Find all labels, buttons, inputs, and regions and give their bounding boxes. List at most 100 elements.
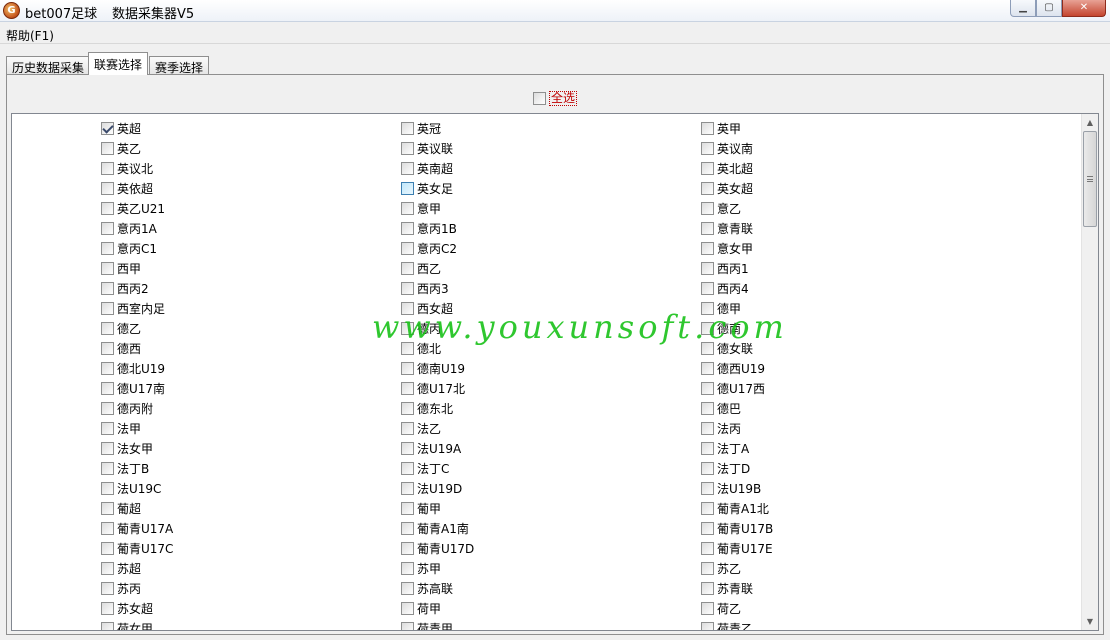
league-option[interactable]: 德U17南 — [101, 378, 165, 398]
league-option[interactable]: 西丙2 — [101, 278, 149, 298]
league-option[interactable]: 英甲 — [701, 118, 741, 138]
league-checkbox[interactable] — [101, 521, 114, 535]
league-checkbox[interactable] — [401, 261, 414, 275]
league-option[interactable]: 英议联 — [401, 138, 453, 158]
league-checkbox[interactable] — [101, 401, 114, 415]
league-checkbox[interactable] — [401, 421, 414, 435]
league-option[interactable]: 德甲 — [701, 298, 741, 318]
league-checkbox[interactable] — [101, 481, 114, 495]
league-option[interactable]: 荷乙 — [701, 598, 741, 618]
league-checkbox[interactable] — [101, 461, 114, 475]
league-option[interactable]: 德丙附 — [101, 398, 153, 418]
league-checkbox[interactable] — [701, 481, 714, 495]
league-checkbox[interactable] — [701, 441, 714, 455]
league-checkbox[interactable] — [701, 261, 714, 275]
league-option[interactable]: 意丙C2 — [401, 238, 457, 258]
league-option[interactable]: 德东北 — [401, 398, 453, 418]
select-all-checkbox[interactable] — [533, 92, 546, 105]
league-option[interactable]: 苏乙 — [701, 558, 741, 578]
league-option[interactable]: 英冠 — [401, 118, 441, 138]
league-option[interactable]: 西丙1 — [701, 258, 749, 278]
league-option[interactable]: 德丙 — [401, 318, 441, 338]
league-option[interactable]: 荷甲 — [401, 598, 441, 618]
scroll-up-icon[interactable]: ▲ — [1082, 114, 1098, 131]
league-option[interactable]: 葡青A1南 — [401, 518, 469, 538]
league-option[interactable]: 德巴 — [701, 398, 741, 418]
league-checkbox[interactable] — [101, 621, 114, 630]
league-checkbox[interactable] — [401, 401, 414, 415]
league-option[interactable]: 意乙 — [701, 198, 741, 218]
league-option[interactable]: 英议北 — [101, 158, 153, 178]
league-option[interactable]: 法丁A — [701, 438, 749, 458]
league-checkbox[interactable] — [701, 321, 714, 335]
league-option[interactable]: 葡甲 — [401, 498, 441, 518]
league-checkbox[interactable] — [401, 181, 414, 195]
league-option[interactable]: 法U19D — [401, 478, 462, 498]
league-checkbox[interactable] — [401, 141, 414, 155]
league-checkbox[interactable] — [401, 321, 414, 335]
league-checkbox[interactable] — [101, 501, 114, 515]
league-checkbox[interactable] — [701, 181, 714, 195]
league-option[interactable]: 英依超 — [101, 178, 153, 198]
league-checkbox[interactable] — [701, 621, 714, 630]
league-checkbox[interactable] — [701, 141, 714, 155]
league-option[interactable]: 英女超 — [701, 178, 753, 198]
league-checkbox[interactable] — [401, 481, 414, 495]
league-checkbox[interactable] — [401, 541, 414, 555]
league-checkbox[interactable] — [101, 301, 114, 315]
tab-history-data[interactable]: 历史数据采集 — [6, 56, 91, 75]
league-checkbox[interactable] — [401, 441, 414, 455]
close-button[interactable]: ✕ — [1062, 0, 1106, 17]
league-option[interactable]: 英北超 — [701, 158, 753, 178]
league-option[interactable]: 意丙1B — [401, 218, 457, 238]
league-checkbox[interactable] — [101, 181, 114, 195]
league-option[interactable]: 法U19A — [401, 438, 461, 458]
league-option[interactable]: 苏女超 — [101, 598, 153, 618]
league-checkbox[interactable] — [401, 521, 414, 535]
league-option[interactable]: 法丁D — [701, 458, 750, 478]
league-checkbox[interactable] — [101, 241, 114, 255]
tab-season-select[interactable]: 赛季选择 — [149, 56, 210, 75]
league-checkbox[interactable] — [401, 561, 414, 575]
league-checkbox[interactable] — [401, 201, 414, 215]
league-checkbox[interactable] — [101, 561, 114, 575]
league-option[interactable]: 苏高联 — [401, 578, 453, 598]
league-checkbox[interactable] — [401, 341, 414, 355]
league-checkbox[interactable] — [101, 261, 114, 275]
league-option[interactable]: 法丙 — [701, 418, 741, 438]
league-checkbox[interactable] — [101, 601, 114, 615]
league-option[interactable]: 英乙 — [101, 138, 141, 158]
league-checkbox[interactable] — [101, 341, 114, 355]
league-option[interactable]: 西丙4 — [701, 278, 749, 298]
scroll-thumb[interactable] — [1083, 131, 1097, 227]
league-option[interactable]: 意女甲 — [701, 238, 753, 258]
league-option[interactable]: 德乙 — [101, 318, 141, 338]
league-checkbox[interactable] — [701, 461, 714, 475]
league-checkbox[interactable] — [401, 601, 414, 615]
league-checkbox[interactable] — [101, 361, 114, 375]
league-option[interactable]: 德北U19 — [101, 358, 165, 378]
league-option[interactable]: 法丁B — [101, 458, 149, 478]
league-checkbox[interactable] — [401, 361, 414, 375]
league-checkbox[interactable] — [101, 141, 114, 155]
league-option[interactable]: 苏甲 — [401, 558, 441, 578]
league-option[interactable]: 法U19C — [101, 478, 161, 498]
league-checkbox[interactable] — [701, 341, 714, 355]
league-option[interactable]: 德西 — [101, 338, 141, 358]
league-checkbox[interactable] — [701, 381, 714, 395]
league-option[interactable]: 英女足 — [401, 178, 453, 198]
league-option[interactable]: 德南 — [701, 318, 741, 338]
league-checkbox[interactable] — [401, 501, 414, 515]
league-checkbox[interactable] — [401, 461, 414, 475]
league-checkbox[interactable] — [101, 381, 114, 395]
vertical-scrollbar[interactable]: ▲ ▼ — [1081, 114, 1098, 630]
league-option[interactable]: 英乙U21 — [101, 198, 165, 218]
league-option[interactable]: 葡青U17C — [101, 538, 173, 558]
league-option[interactable]: 德女联 — [701, 338, 753, 358]
league-option[interactable]: 德北 — [401, 338, 441, 358]
league-checkbox[interactable] — [401, 121, 414, 135]
league-option[interactable]: 英超 — [101, 118, 141, 138]
league-checkbox[interactable] — [701, 161, 714, 175]
league-option[interactable]: 葡超 — [101, 498, 141, 518]
league-option[interactable]: 意青联 — [701, 218, 753, 238]
